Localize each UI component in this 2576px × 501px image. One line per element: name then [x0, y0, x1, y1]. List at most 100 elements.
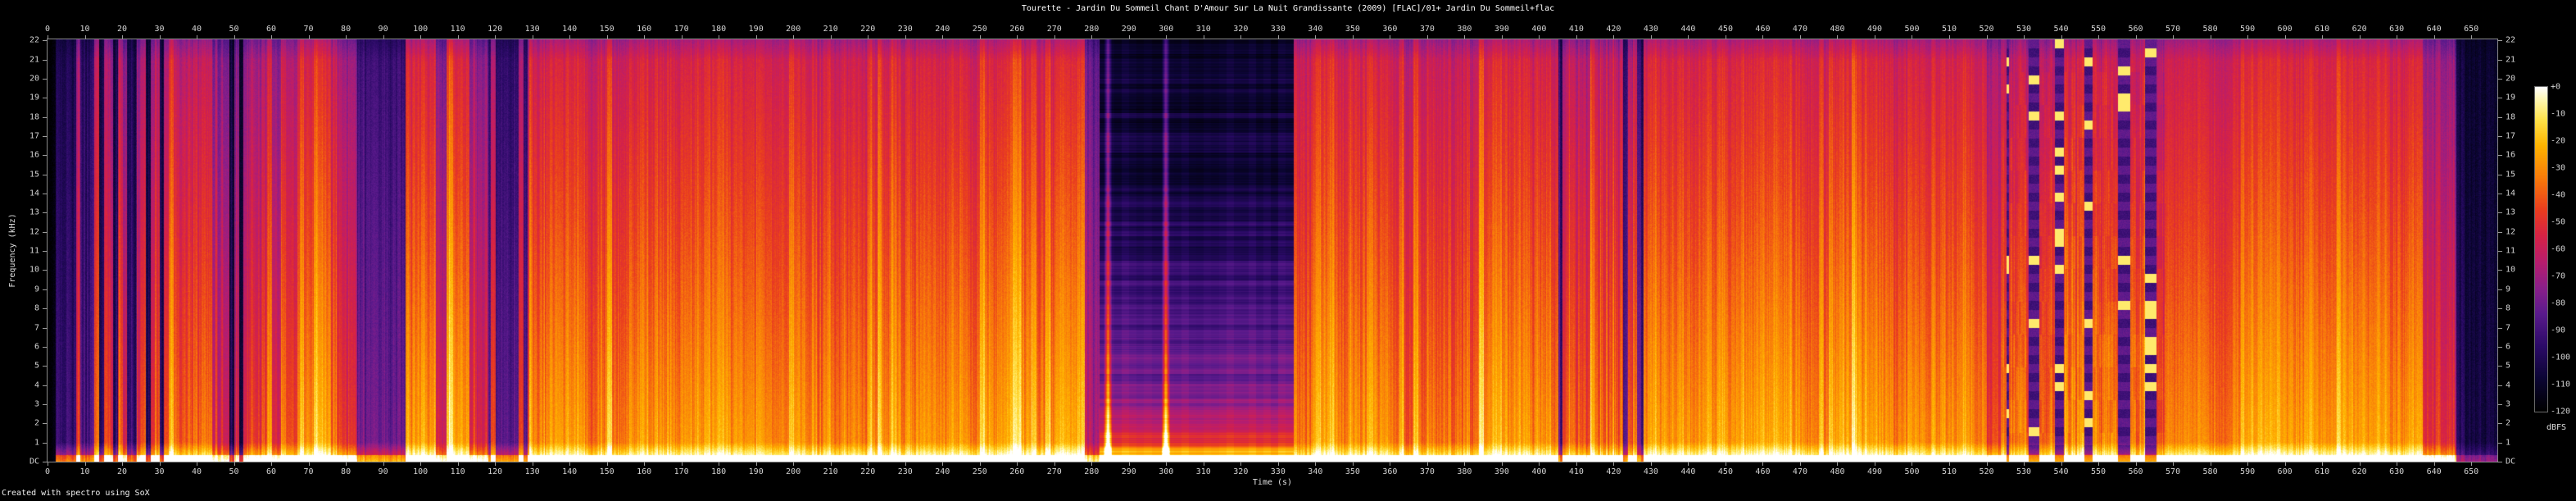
time-tick-label-top: 510 — [1942, 25, 1957, 34]
time-tick-label-top: 270 — [1047, 25, 1062, 34]
freq-tick-label-right: 16 — [2506, 151, 2515, 160]
time-tick-bottom — [309, 462, 310, 466]
time-tick-bottom — [495, 462, 496, 466]
freq-tick-label-left: 14 — [2, 189, 39, 198]
time-tick-top — [2024, 35, 2025, 39]
freq-tick-label-left: 9 — [2, 285, 39, 294]
time-tick-label-bottom: 170 — [674, 467, 689, 476]
time-tick-bottom — [793, 462, 794, 466]
db-tick-label: -60 — [2551, 245, 2565, 254]
time-tick-label-bottom: 370 — [1420, 467, 1435, 476]
time-tick-top — [942, 35, 943, 39]
time-tick-top — [1539, 35, 1540, 39]
credit-text: Created with spectro using SoX — [2, 489, 150, 498]
time-tick-label-top: 610 — [2315, 25, 2329, 34]
time-tick-label-top: 320 — [1233, 25, 1248, 34]
time-tick-label-top: 470 — [1793, 25, 1807, 34]
freq-tick-right — [2497, 347, 2502, 348]
time-tick-top — [1017, 35, 1018, 39]
time-tick-top — [831, 35, 832, 39]
time-tick-label-top: 500 — [1904, 25, 1919, 34]
time-tick-bottom — [2061, 462, 2062, 466]
time-tick-label-bottom: 390 — [1494, 467, 1509, 476]
time-tick-top — [1091, 35, 1092, 39]
time-tick-bottom — [756, 462, 757, 466]
time-tick-label-top: 90 — [379, 25, 388, 34]
time-tick-label-bottom: 70 — [304, 467, 314, 476]
time-tick-label-top: 530 — [2016, 25, 2031, 34]
time-tick-label-top: 410 — [1569, 25, 1584, 34]
time-tick-label-top: 250 — [973, 25, 987, 34]
time-tick-label-top: 430 — [1644, 25, 1658, 34]
time-tick-label-top: 290 — [1122, 25, 1136, 34]
time-tick-label-top: 260 — [1009, 25, 1024, 34]
time-tick-top — [1240, 35, 1241, 39]
time-tick-label-bottom: 400 — [1531, 467, 1546, 476]
time-tick-label-bottom: 500 — [1904, 467, 1919, 476]
time-tick-label-top: 550 — [2091, 25, 2106, 34]
freq-tick-right — [2497, 136, 2502, 137]
time-tick-label-bottom: 520 — [1979, 467, 1993, 476]
time-tick-label-bottom: 160 — [637, 467, 651, 476]
freq-tick-label-left: 18 — [2, 112, 39, 121]
time-tick-label-bottom: 460 — [1755, 467, 1770, 476]
time-tick-label-top: 630 — [2389, 25, 2404, 34]
db-tick-label: +0 — [2551, 83, 2560, 92]
db-tick-label: -40 — [2551, 191, 2565, 200]
freq-tick-right — [2497, 328, 2502, 329]
freq-tick-right — [2497, 60, 2502, 61]
time-tick-label-bottom: 580 — [2203, 467, 2218, 476]
freq-tick-label-left: 13 — [2, 208, 39, 217]
time-tick-bottom — [1353, 462, 1354, 466]
time-tick-label-bottom: 420 — [1606, 467, 1621, 476]
freq-tick-label-right: 2 — [2506, 419, 2510, 428]
time-tick-label-top: 600 — [2278, 25, 2293, 34]
time-tick-top — [1427, 35, 1428, 39]
time-tick-label-bottom: 220 — [860, 467, 875, 476]
time-tick-label-bottom: 200 — [786, 467, 800, 476]
time-tick-label-bottom: 190 — [749, 467, 764, 476]
time-tick-label-top: 240 — [935, 25, 950, 34]
time-tick-label-bottom: 590 — [2240, 467, 2255, 476]
freq-tick-label-right: 3 — [2506, 399, 2510, 408]
time-tick-top — [1800, 35, 1801, 39]
freq-tick-left — [43, 136, 48, 137]
time-tick-label-bottom: 150 — [600, 467, 615, 476]
freq-tick-right — [2497, 79, 2502, 80]
db-tick-label: -120 — [2551, 408, 2570, 417]
freq-tick-right — [2497, 385, 2502, 386]
time-tick-label-bottom: 210 — [823, 467, 838, 476]
freq-tick-right — [2497, 40, 2502, 41]
time-tick-bottom — [1464, 462, 1465, 466]
time-tick-bottom — [1278, 462, 1279, 466]
freq-tick-left — [43, 443, 48, 444]
time-tick-bottom — [1502, 462, 1503, 466]
db-tick-label: -50 — [2551, 218, 2565, 227]
time-tick-label-top: 10 — [79, 25, 89, 34]
freq-tick-left — [43, 385, 48, 386]
time-tick-top — [905, 35, 906, 39]
freq-tick-label-right: 13 — [2506, 208, 2515, 217]
time-tick-label-bottom: 380 — [1457, 467, 1472, 476]
time-tick-label-bottom: 300 — [1159, 467, 1173, 476]
time-tick-bottom — [2173, 462, 2174, 466]
time-tick-top — [644, 35, 645, 39]
time-tick-label-top: 520 — [1979, 25, 1993, 34]
time-tick-label-bottom: 630 — [2389, 467, 2404, 476]
freq-tick-label-right: 21 — [2506, 55, 2515, 64]
time-tick-label-top: 650 — [2464, 25, 2478, 34]
time-tick-label-bottom: 230 — [898, 467, 913, 476]
time-tick-label-bottom: 610 — [2315, 467, 2329, 476]
time-tick-label-top: 360 — [1382, 25, 1397, 34]
time-tick-label-top: 400 — [1531, 25, 1546, 34]
time-tick-top — [1315, 35, 1316, 39]
time-tick-label-bottom: 570 — [2166, 467, 2180, 476]
freq-tick-label-right: 11 — [2506, 247, 2515, 256]
time-tick-top — [1688, 35, 1689, 39]
time-tick-label-bottom: 80 — [341, 467, 351, 476]
freq-tick-right — [2497, 423, 2502, 424]
time-tick-bottom — [234, 462, 235, 466]
time-tick-top — [234, 35, 235, 39]
spectrogram-window: Tourette - Jardin Du Sommeil Chant D'Amo… — [0, 0, 2576, 501]
time-tick-top — [1987, 35, 1988, 39]
